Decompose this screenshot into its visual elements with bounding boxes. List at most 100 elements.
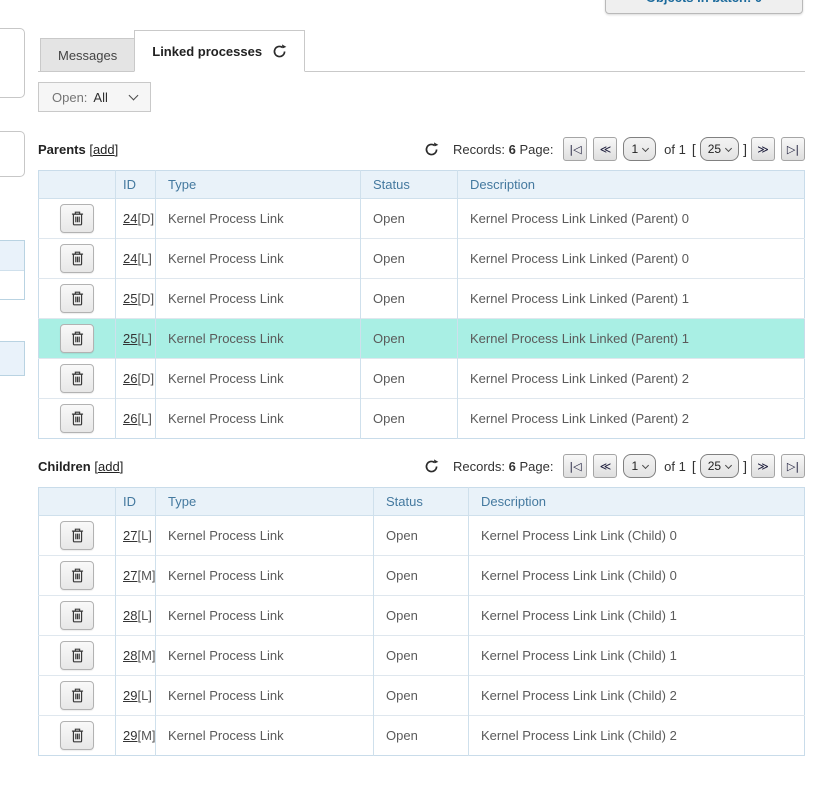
chevron-down-icon [128,90,138,100]
id-link[interactable]: 26 [123,411,137,426]
id-link[interactable]: 24 [123,251,137,266]
trash-icon [71,331,84,346]
delete-button[interactable] [60,284,94,313]
delete-button[interactable] [60,601,94,630]
id-link[interactable]: 27 [123,528,137,543]
open-filter-label: Open: [52,90,87,105]
status-cell: Open [361,359,458,399]
id-suffix: [M] [137,568,155,583]
type-cell: Kernel Process Link [156,279,361,319]
delete-cell [39,636,116,676]
trash-icon [71,371,84,386]
refresh-icon[interactable] [272,44,287,59]
section-title-text: Children [38,459,91,474]
id-link[interactable]: 26 [123,371,137,386]
next-page-button[interactable]: ≫ [751,137,775,161]
add-link-wrap: [add] [89,142,118,157]
delete-button[interactable] [60,561,94,590]
refresh-icon[interactable] [424,142,439,157]
last-page-button[interactable]: ▷| [781,137,805,161]
column-header-delete [39,171,116,199]
of-pages-text: of 1 [664,142,686,157]
table-row: 27[L]Kernel Process LinkOpenKernel Proce… [39,516,805,556]
id-link[interactable]: 28 [123,648,137,663]
parents-add-link[interactable]: add [93,142,115,157]
id-cell: 25[D] [116,279,156,319]
delete-button[interactable] [60,204,94,233]
chevron-down-icon [725,461,732,468]
first-page-button[interactable]: |◁ [563,454,587,478]
delete-cell [39,239,116,279]
delete-button[interactable] [60,641,94,670]
section-title-text: Parents [38,142,86,157]
tab-messages-label: Messages [58,48,117,63]
trash-icon [71,411,84,426]
id-link[interactable]: 28 [123,608,137,623]
id-link[interactable]: 25 [123,291,137,306]
description-cell: Kernel Process Link Link (Child) 1 [469,636,805,676]
id-suffix: [L] [137,528,151,543]
description-cell: Kernel Process Link Linked (Parent) 2 [458,359,805,399]
type-cell: Kernel Process Link [156,199,361,239]
left-panel-fragment [0,28,25,98]
description-cell: Kernel Process Link Linked (Parent) 1 [458,319,805,359]
left-panel-fragment [0,341,25,376]
id-cell: 26[D] [116,359,156,399]
next-page-button[interactable]: ≫ [751,454,775,478]
delete-button[interactable] [60,364,94,393]
type-cell: Kernel Process Link [156,239,361,279]
left-panel-fragment [0,131,25,177]
status-cell: Open [361,319,458,359]
table-row: 25[L]Kernel Process LinkOpenKernel Proce… [39,319,805,359]
tab-linked-processes[interactable]: Linked processes [134,30,305,72]
description-cell: Kernel Process Link Linked (Parent) 1 [458,279,805,319]
parents-title: Parents [add] [38,142,118,157]
status-cell: Open [361,239,458,279]
id-link[interactable]: 29 [123,688,137,703]
delete-button[interactable] [60,521,94,550]
page-select[interactable]: 1 [623,137,656,161]
id-cell: 28[M] [116,636,156,676]
children-title: Children [add] [38,459,123,474]
delete-button[interactable] [60,681,94,710]
id-suffix: [D] [137,211,154,226]
delete-cell [39,359,116,399]
description-cell: Kernel Process Link Link (Child) 0 [469,516,805,556]
last-page-button[interactable]: ▷| [781,454,805,478]
trash-icon [71,648,84,663]
refresh-icon[interactable] [424,459,439,474]
parents-section-header: Parents [add] Records: 6 Page: |◁ ≪ 1 of… [38,136,805,162]
children-table: ID Type Status Description 27[L]Kernel P… [38,487,805,756]
id-link[interactable]: 25 [123,331,137,346]
page-size-select[interactable]: 25 [700,454,739,478]
page-select[interactable]: 1 [623,454,656,478]
delete-cell [39,556,116,596]
page-size-select[interactable]: 25 [700,137,739,161]
status-cell: Open [361,199,458,239]
delete-button[interactable] [60,721,94,750]
table-row: 28[L]Kernel Process LinkOpenKernel Proce… [39,596,805,636]
records-text: Records: 6 Page: [453,142,554,157]
description-cell: Kernel Process Link Linked (Parent) 0 [458,239,805,279]
objects-in-batch-button[interactable]: Objects in batch: 0 [605,0,803,14]
column-header-delete [39,488,116,516]
id-suffix: [L] [137,608,151,623]
tab-messages[interactable]: Messages [40,38,135,71]
first-page-button[interactable]: |◁ [563,137,587,161]
delete-button[interactable] [60,324,94,353]
trash-icon [71,608,84,623]
open-filter-select[interactable]: Open: All [38,82,151,112]
prev-page-button[interactable]: ≪ [593,454,617,478]
delete-button[interactable] [60,404,94,433]
id-link[interactable]: 27 [123,568,137,583]
id-link[interactable]: 29 [123,728,137,743]
id-cell: 29[M] [116,716,156,756]
open-filter-value: All [93,90,107,105]
children-add-link[interactable]: add [98,459,120,474]
prev-page-button[interactable]: ≪ [593,137,617,161]
type-cell: Kernel Process Link [156,716,374,756]
table-header-row: ID Type Status Description [39,171,805,199]
id-link[interactable]: 24 [123,211,137,226]
delete-button[interactable] [60,244,94,273]
children-pagination: Records: 6 Page: |◁ ≪ 1 of 1 [ 25 ] ≫ ▷| [424,454,805,478]
